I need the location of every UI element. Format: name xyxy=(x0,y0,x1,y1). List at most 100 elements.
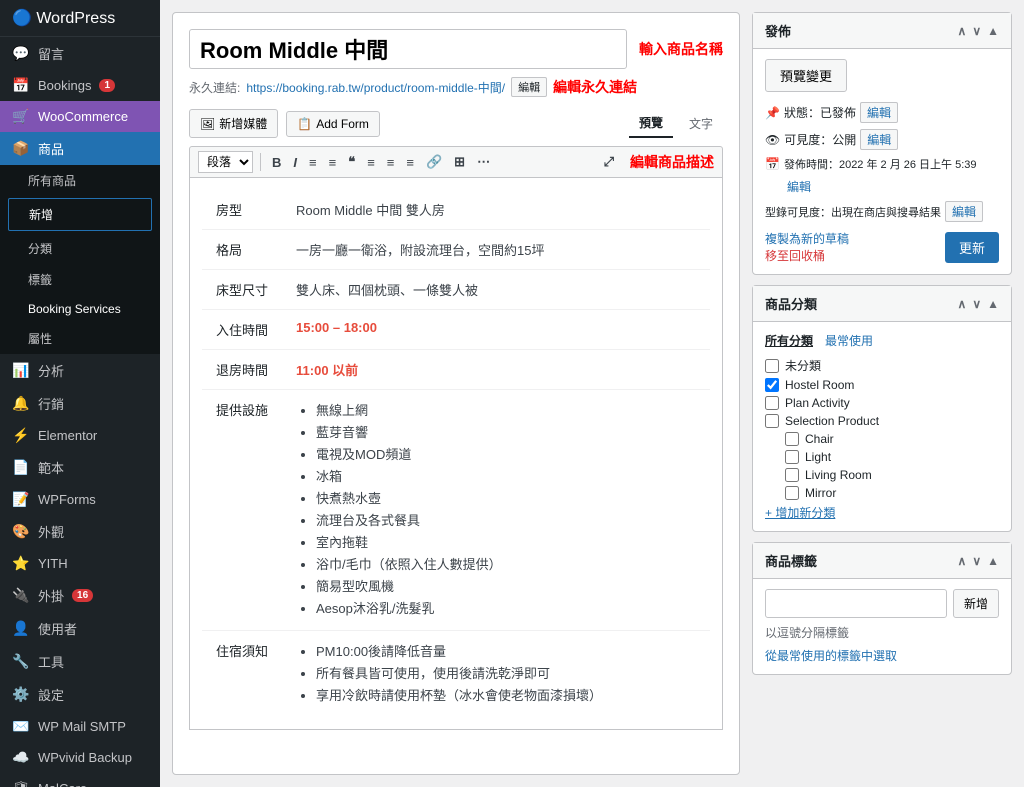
tags-close-icon[interactable]: ▲ xyxy=(987,554,999,568)
table-value: Room Middle 中間 雙人房 xyxy=(282,190,710,230)
category-item[interactable]: Living Room xyxy=(765,468,999,482)
category-item[interactable]: Mirror xyxy=(765,486,999,500)
more-button[interactable]: ⋯ xyxy=(473,152,494,172)
sidebar-item-categories[interactable]: 分類 xyxy=(0,233,160,264)
sidebar-item-attributes[interactable]: 屬性 xyxy=(0,323,160,354)
add-tag-button[interactable]: 新增 xyxy=(953,589,999,618)
panel-down-icon[interactable]: ∨ xyxy=(972,24,981,38)
sidebar-item-products[interactable]: 📦 商品 xyxy=(0,132,160,165)
add-new-category-link[interactable]: + 增加新分類 xyxy=(765,506,835,520)
content-annotation: 編輯商品描述 xyxy=(630,152,714,172)
catalog-edit-link[interactable]: 編輯 xyxy=(945,201,983,222)
publish-edit-link[interactable]: 編輯 xyxy=(787,178,811,195)
cat-up-icon[interactable]: ∧ xyxy=(958,297,967,311)
sidebar-item-bookings[interactable]: 📅 Bookings 1 xyxy=(0,70,160,101)
category-item[interactable]: Light xyxy=(765,450,999,464)
tags-up-icon[interactable]: ∧ xyxy=(958,554,967,568)
align-left-button[interactable]: ≡ xyxy=(363,153,379,172)
category-item[interactable]: 未分類 xyxy=(765,357,999,374)
category-item[interactable]: Chair xyxy=(765,432,999,446)
sidebar-item-woocommerce[interactable]: 🛒 WooCommerce xyxy=(0,101,160,132)
product-title-input[interactable] xyxy=(189,29,627,69)
align-right-button[interactable]: ≡ xyxy=(402,153,418,172)
format-select[interactable]: 段落 xyxy=(198,151,253,173)
category-checkbox[interactable] xyxy=(765,414,779,428)
preview-changes-button[interactable]: 預覽變更 xyxy=(765,59,847,92)
move-trash-link[interactable]: 移至回收桶 xyxy=(765,249,825,263)
permalink-edit-btn[interactable]: 編輯 xyxy=(511,77,547,97)
link-button[interactable]: 🔗 xyxy=(422,152,446,172)
table-row: 入住時間15:00 – 18:00 xyxy=(202,310,710,350)
sidebar-item-plugins[interactable]: 🔌 外掛 16 xyxy=(0,579,160,612)
panel-close-icon[interactable]: ▲ xyxy=(987,24,999,38)
copy-draft-link[interactable]: 複製為新的草稿 xyxy=(765,232,849,246)
table-button[interactable]: ⊞ xyxy=(450,152,469,172)
add-form-button[interactable]: 📋 Add Form xyxy=(286,111,380,137)
ol-button[interactable]: ≡ xyxy=(305,153,321,172)
sidebar-item-marketing[interactable]: 🔔 行銷 xyxy=(0,387,160,420)
sidebar-item-elementor[interactable]: ⚡ Elementor xyxy=(0,420,160,451)
publish-time-text: 發佈時間：2022 年 2 月 26 日上午 5:39 xyxy=(784,156,977,172)
blockquote-button[interactable]: ❝ xyxy=(344,152,359,172)
bold-button[interactable]: B xyxy=(268,153,285,172)
sidebar-item-analytics[interactable]: 📊 分析 xyxy=(0,354,160,387)
content-editor[interactable]: 房型Room Middle 中間 雙人房格局一房一廳一衛浴，附設流理台，空間約1… xyxy=(189,178,723,730)
categories-list: 未分類 Hostel Room Plan Activity Selection Pro… xyxy=(765,357,999,500)
publish-panel-header: 發佈 ∧ ∨ ▲ xyxy=(753,13,1011,49)
category-checkbox[interactable] xyxy=(785,468,799,482)
category-item[interactable]: Plan Activity xyxy=(765,396,999,410)
add-media-button[interactable]: 🖼 新增媒體 xyxy=(189,109,278,138)
sidebar-item-wpvivid[interactable]: ☁️ WPvivid Backup xyxy=(0,742,160,773)
ul-button[interactable]: ≡ xyxy=(325,153,341,172)
tab-common-categories[interactable]: 最常使用 xyxy=(825,332,873,349)
tags-down-icon[interactable]: ∨ xyxy=(972,554,981,568)
panel-up-icon[interactable]: ∧ xyxy=(958,24,967,38)
sidebar-item-users[interactable]: 👤 使用者 xyxy=(0,612,160,645)
common-tags-link[interactable]: 從最常使用的標籤中選取 xyxy=(765,649,897,663)
sidebar-item-smtp[interactable]: ✉️ WP Mail SMTP xyxy=(0,711,160,742)
sidebar-item-wpforms[interactable]: 📝 WPForms xyxy=(0,484,160,515)
tag-input-row: 新增 xyxy=(765,589,999,618)
sidebar-item-new-product[interactable]: 新增 xyxy=(8,198,152,231)
permalink-url[interactable]: https://booking.rab.tw/product/room-midd… xyxy=(246,79,505,96)
cat-down-icon[interactable]: ∨ xyxy=(972,297,981,311)
category-checkbox[interactable] xyxy=(785,450,799,464)
table-label: 床型尺寸 xyxy=(202,270,282,310)
sidebar-item-malcare[interactable]: 🛡 MalCare xyxy=(0,773,160,787)
category-checkbox[interactable] xyxy=(765,378,779,392)
sidebar-item-templates[interactable]: 📄 範本 xyxy=(0,451,160,484)
update-button[interactable]: 更新 xyxy=(945,232,999,263)
text-tab[interactable]: 文字 xyxy=(679,109,723,138)
category-item[interactable]: Hostel Room xyxy=(765,378,999,392)
sidebar-item-appearance[interactable]: 🎨 外觀 xyxy=(0,515,160,548)
sidebar-item-tools[interactable]: 🔧 工具 xyxy=(0,645,160,678)
permalink-row: 永久連結: https://booking.rab.tw/product/roo… xyxy=(189,77,723,97)
fullscreen-button[interactable]: ⤢ xyxy=(600,152,618,172)
table-row: 床型尺寸雙人床、四個枕頭、一條雙人被 xyxy=(202,270,710,310)
category-checkbox[interactable] xyxy=(765,359,779,373)
category-checkbox[interactable] xyxy=(765,396,779,410)
templates-icon: 📄 xyxy=(12,459,30,476)
tab-all-categories[interactable]: 所有分類 xyxy=(765,332,813,349)
title-annotation: 輸入商品名稱 xyxy=(639,39,723,59)
visibility-edit-link[interactable]: 編輯 xyxy=(860,129,898,150)
status-edit-link[interactable]: 編輯 xyxy=(860,102,898,123)
plugins-badge: 16 xyxy=(72,589,93,602)
sidebar-item-settings[interactable]: ⚙️ 設定 xyxy=(0,678,160,711)
category-item[interactable]: Selection Product xyxy=(765,414,999,428)
category-checkbox[interactable] xyxy=(785,486,799,500)
category-checkbox[interactable] xyxy=(785,432,799,446)
status-icon: 📌 xyxy=(765,106,780,120)
italic-button[interactable]: I xyxy=(289,153,301,172)
preview-tab[interactable]: 預覽 xyxy=(629,109,673,138)
cat-close-icon[interactable]: ▲ xyxy=(987,297,999,311)
sidebar-item-booking-services[interactable]: Booking Services xyxy=(0,295,160,323)
sidebar-item-comment[interactable]: 💬 留言 xyxy=(0,37,160,70)
align-center-button[interactable]: ≡ xyxy=(383,153,399,172)
tag-input[interactable] xyxy=(765,589,947,618)
sidebar-item-tags[interactable]: 標籤 xyxy=(0,264,160,295)
products-icon: 📦 xyxy=(12,140,30,157)
catalog-row: 型錄可見度：出現在商店與搜尋結果 編輯 xyxy=(765,201,999,222)
sidebar-item-yith[interactable]: ⭐ YITH xyxy=(0,548,160,579)
sidebar-item-all-products[interactable]: 所有商品 xyxy=(0,165,160,196)
